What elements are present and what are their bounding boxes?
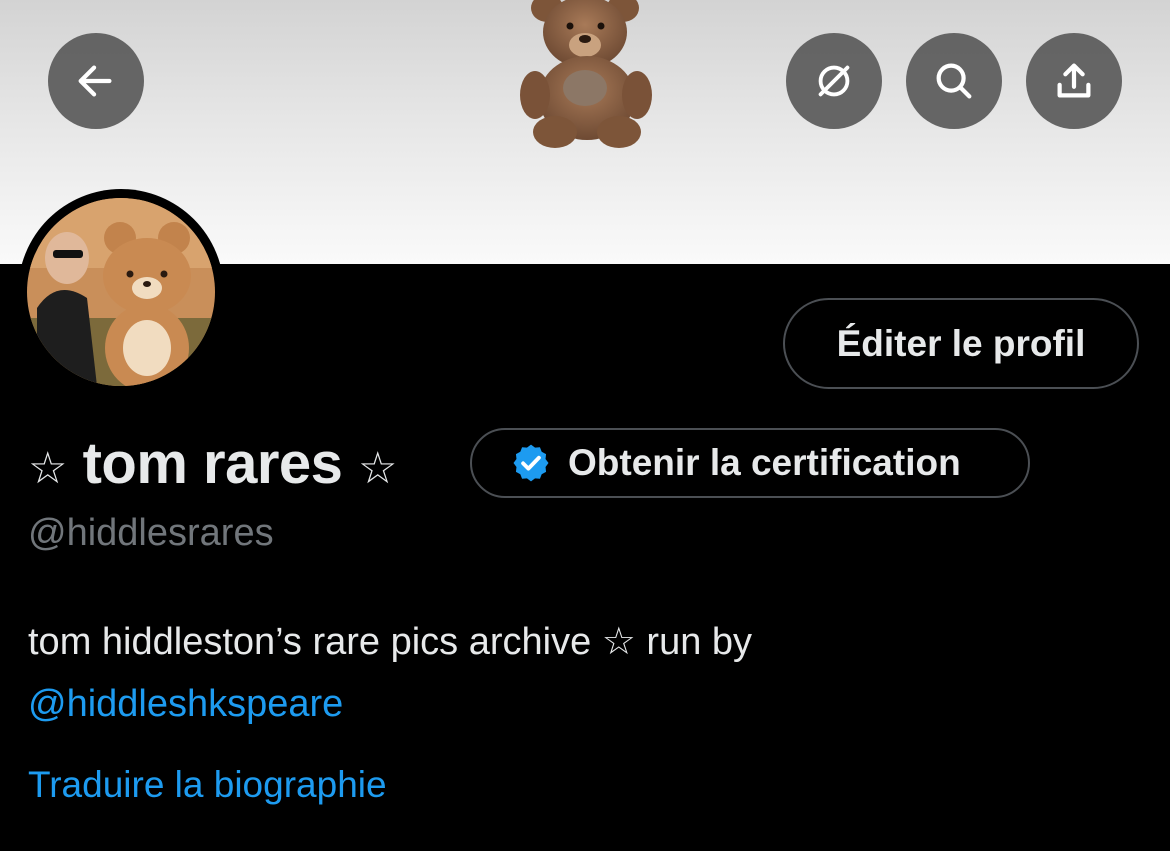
certification-label: Obtenir la certification [568, 442, 961, 483]
share-upload-icon [1057, 63, 1091, 98]
teddy-bear-banner-image [520, 0, 652, 148]
profile-name-row: ☆ tom rares ☆ [28, 428, 397, 498]
hide-button[interactable] [786, 33, 882, 129]
hide-broken-circle-icon [818, 65, 850, 97]
get-verified-button[interactable]: Obtenir la certification [470, 428, 1030, 498]
bio-text: tom hiddleston’s rare pics archive ☆ run… [28, 621, 753, 663]
display-name-text: tom rares [82, 430, 343, 496]
name-star-right: ☆ [358, 443, 397, 493]
profile-handle: @hiddlesrares [28, 512, 274, 554]
verified-badge-icon [513, 444, 549, 482]
back-button[interactable] [48, 33, 144, 129]
bio-mention-link[interactable]: @hiddleshkspeare [28, 683, 343, 725]
profile-bio: tom hiddleston’s rare pics archive ☆ run… [28, 611, 1128, 735]
profile-display-name: ☆ tom rares ☆ [28, 430, 397, 497]
search-button[interactable] [906, 33, 1002, 129]
translate-bio-link[interactable]: Traduire la biographie [28, 764, 387, 806]
search-icon [936, 63, 972, 99]
avatar-photo [27, 198, 215, 386]
share-button[interactable] [1026, 33, 1122, 129]
edit-profile-button[interactable]: Éditer le profil [783, 298, 1139, 389]
profile-avatar[interactable] [18, 189, 224, 395]
name-star-left: ☆ [28, 443, 67, 493]
arrow-left-icon [78, 65, 112, 97]
